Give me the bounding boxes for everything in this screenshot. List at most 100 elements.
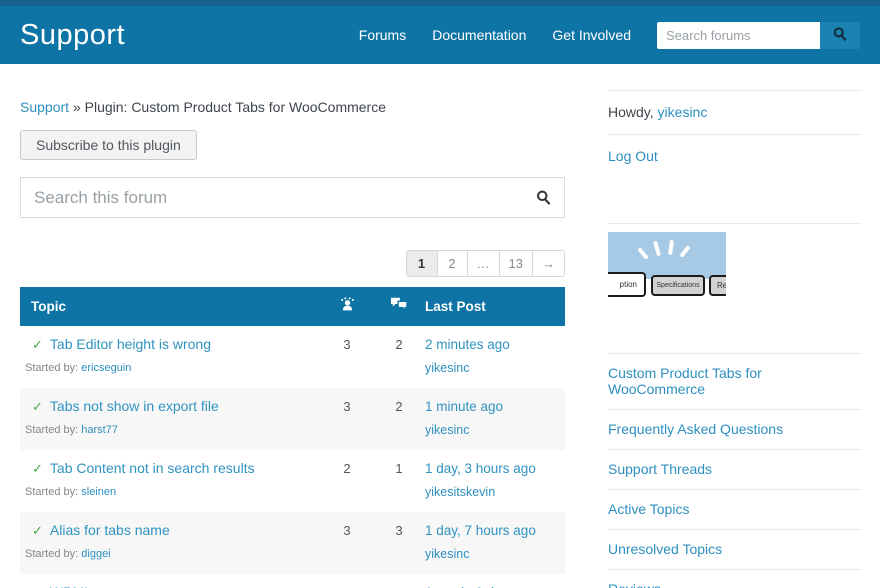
- checkmark-icon: ✓: [32, 337, 43, 352]
- topic-title-line: ✓WPML: [25, 584, 321, 588]
- voices-count: 2: [321, 584, 373, 588]
- page-ellipsis: …: [467, 251, 499, 276]
- last-poster-link[interactable]: yikesinc: [425, 547, 469, 561]
- username-link[interactable]: yikesinc: [658, 104, 708, 120]
- topic-title-line: ✓ Alias for tabs name: [25, 522, 321, 539]
- sidebar-link-plugin[interactable]: Custom Product Tabs for WooCommerce: [608, 365, 762, 397]
- sidebar-item-support-threads: Support Threads: [608, 450, 862, 489]
- pagination: 1 2 … 13 →: [406, 250, 565, 277]
- plugin-banner-image[interactable]: ption Specifications Revie: [608, 232, 726, 298]
- sidebar-item-active-topics: Active Topics: [608, 490, 862, 529]
- replies-count: 1: [373, 460, 425, 501]
- started-by: Started by: harst77: [25, 424, 321, 436]
- started-by: Started by: sleinen: [25, 486, 321, 498]
- author-link[interactable]: harst77: [81, 424, 118, 436]
- topic-cell: ✓WPML Started by: jeroenoosterveld: [25, 584, 321, 588]
- sidebar: Howdy, yikesinc Log Out ption Specificat…: [608, 64, 862, 588]
- voices-count: 3: [321, 522, 373, 563]
- breadcrumb-separator: »: [73, 99, 81, 115]
- freshness-link[interactable]: 1 day, 3 hours ago: [425, 461, 536, 476]
- voices-count: 3: [321, 336, 373, 377]
- last-poster-link[interactable]: yikesinc: [425, 361, 469, 375]
- logout-row: Log Out: [608, 135, 862, 178]
- divider: [608, 223, 862, 224]
- started-by: Started by: diggei: [25, 548, 321, 560]
- last-poster-link[interactable]: yikesinc: [425, 423, 469, 437]
- banner-tab-reviews: Revie: [709, 275, 726, 296]
- sidebar-item-reviews: Reviews: [608, 570, 862, 588]
- started-by-label: Started by:: [25, 424, 78, 436]
- freshness-link[interactable]: 1 minute ago: [425, 399, 503, 414]
- spacer: [608, 178, 862, 223]
- topic-cell: ✓ Tab Content not in search results Start…: [25, 460, 321, 501]
- replies-count: 2: [373, 398, 425, 439]
- magnifier-icon[interactable]: [535, 189, 552, 211]
- topic-row: ✓WPML Started by: jeroenoosterveld 2 2 1…: [20, 574, 565, 588]
- voices-count: 2: [321, 460, 373, 501]
- topics-table-header: Topic La: [20, 287, 565, 326]
- howdy-row: Howdy, yikesinc: [608, 91, 862, 134]
- author-link[interactable]: ericseguin: [81, 362, 131, 374]
- sidebar-link-active-topics[interactable]: Active Topics: [608, 501, 689, 517]
- topic-title-line: ✓ Tab Content not in search results: [25, 460, 321, 477]
- forum-search-input[interactable]: [20, 177, 565, 218]
- nav-get-involved[interactable]: Get Involved: [552, 27, 631, 43]
- sidebar-item-faq: Frequently Asked Questions: [608, 410, 862, 449]
- author-link[interactable]: sleinen: [81, 486, 116, 498]
- magnifier-icon: [832, 26, 848, 45]
- speech-bubbles-icon: [373, 296, 425, 317]
- sidebar-link-reviews[interactable]: Reviews: [608, 581, 661, 588]
- replies-count: 2: [373, 336, 425, 377]
- site-header: Support Forums Documentation Get Involve…: [0, 6, 880, 64]
- logout-link[interactable]: Log Out: [608, 148, 658, 164]
- page-number[interactable]: 2: [437, 251, 467, 276]
- started-by-label: Started by:: [25, 486, 78, 498]
- breadcrumb: Support » Plugin: Custom Product Tabs fo…: [20, 99, 565, 115]
- header-search: [657, 22, 860, 49]
- ray-icon: [679, 245, 690, 258]
- author-link[interactable]: diggei: [81, 548, 110, 560]
- sidebar-link-support-threads[interactable]: Support Threads: [608, 461, 712, 477]
- topic-link[interactable]: Alias for tabs name: [50, 522, 170, 538]
- last-post-cell: 1 week, 6 days ago yikesitskevin: [425, 584, 565, 588]
- freshness-link[interactable]: 2 minutes ago: [425, 337, 510, 352]
- checkmark-icon: ✓: [32, 461, 43, 476]
- ray-icon: [637, 247, 648, 260]
- topic-cell: ✓Tabs not show in export file Started by…: [25, 398, 321, 439]
- sidebar-link-unresolved-topics[interactable]: Unresolved Topics: [608, 541, 722, 557]
- main-nav: Forums Documentation Get Involved: [359, 27, 657, 43]
- topic-row: ✓Tabs not show in export file Started by…: [20, 388, 565, 450]
- replies-count: 2: [373, 584, 425, 588]
- replies-count: 3: [373, 522, 425, 563]
- topic-column-header: Topic: [31, 299, 321, 314]
- subscribe-button[interactable]: Subscribe to this plugin: [20, 130, 197, 160]
- header-search-button[interactable]: [820, 22, 860, 49]
- topic-title-line: ✓ Tab Editor height is wrong: [25, 336, 321, 353]
- pagination-row: 1 2 … 13 →: [20, 250, 565, 277]
- nav-forums[interactable]: Forums: [359, 27, 406, 43]
- site-title[interactable]: Support: [20, 19, 125, 52]
- topic-row: ✓Alias for tabs name Started by: diggei …: [20, 512, 565, 574]
- page-number-current: 1: [407, 251, 437, 276]
- header-search-input[interactable]: [657, 22, 820, 49]
- freshness-link[interactable]: 1 day, 7 hours ago: [425, 523, 536, 538]
- topic-link[interactable]: Tabs not show in export file: [50, 398, 219, 414]
- page-number[interactable]: 13: [499, 251, 532, 276]
- users-icon: [321, 297, 373, 317]
- breadcrumb-support-link[interactable]: Support: [20, 99, 69, 115]
- topic-cell: ✓ Alias for tabs name Started by: diggei: [25, 522, 321, 563]
- arrow-right-icon[interactable]: →: [532, 251, 564, 276]
- topic-link[interactable]: Tab Editor height is wrong: [50, 336, 211, 352]
- checkmark-icon: ✓: [32, 523, 43, 538]
- last-post-column-header: Last Post: [425, 299, 565, 314]
- last-poster-link[interactable]: yikesitskevin: [425, 485, 495, 499]
- topic-link[interactable]: Tab Content not in search results: [50, 460, 255, 476]
- forum-search: [20, 177, 565, 218]
- topic-row: ✓ Tab Content not in search results Start…: [20, 450, 565, 512]
- ray-icon: [668, 240, 674, 255]
- ray-icon: [653, 241, 661, 257]
- sidebar-link-faq[interactable]: Frequently Asked Questions: [608, 421, 783, 437]
- nav-documentation[interactable]: Documentation: [432, 27, 526, 43]
- started-by-label: Started by:: [25, 362, 78, 374]
- topic-link[interactable]: WPML: [50, 584, 92, 588]
